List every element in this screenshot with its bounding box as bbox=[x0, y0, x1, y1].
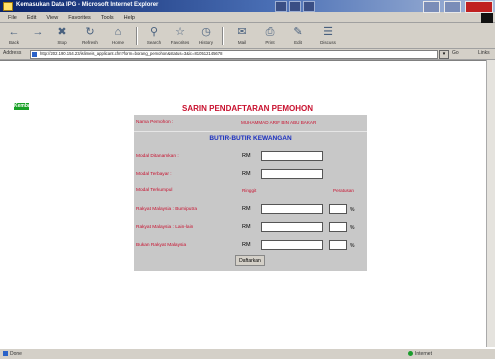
address-url: http://202.190.154.23/islimeis_applicant… bbox=[40, 51, 223, 56]
vertical-scrollbar[interactable] bbox=[486, 60, 495, 347]
status-text: Done bbox=[10, 351, 22, 357]
refresh-button[interactable]: ↻ Refresh bbox=[78, 26, 102, 45]
currency-label: RM bbox=[242, 224, 251, 230]
menu-help[interactable]: Help bbox=[124, 15, 135, 21]
currency-label: RM bbox=[242, 153, 251, 159]
menu-edit[interactable]: Edit bbox=[27, 15, 36, 21]
peratusan-column-header: Peratusan bbox=[333, 188, 354, 193]
history-icon: ◷ bbox=[201, 26, 211, 38]
mail-button[interactable]: ✉ Mail bbox=[230, 26, 254, 45]
edit-button[interactable]: ✎ Edit bbox=[286, 26, 310, 45]
windows-logo-icon bbox=[481, 13, 493, 23]
taskbar-icons bbox=[275, 1, 315, 12]
address-dropdown-button[interactable]: ▾ bbox=[439, 50, 449, 59]
address-bar: Address http://202.190.154.23/islimeis_a… bbox=[0, 49, 495, 60]
favorites-icon: ☆ bbox=[175, 26, 185, 38]
ringgit-column-header: Ringgit bbox=[242, 188, 257, 193]
bumiputra-amount-input[interactable] bbox=[261, 204, 323, 214]
percent-sign: % bbox=[350, 225, 355, 231]
lain-lain-amount-input[interactable] bbox=[261, 222, 323, 232]
address-input[interactable]: http://202.190.154.23/islimeis_applicant… bbox=[30, 50, 438, 59]
bukan-rakyat-amount-input[interactable] bbox=[261, 240, 323, 250]
browser-window: Kemasukan Data IPG - Microsoft Internet … bbox=[0, 0, 495, 359]
currency-label: RM bbox=[242, 242, 251, 248]
menu-favorites[interactable]: Favorites bbox=[68, 15, 91, 21]
minimize-button[interactable] bbox=[423, 1, 440, 13]
history-button[interactable]: ◷ History bbox=[194, 26, 218, 45]
modal-ditanamkan-input[interactable] bbox=[261, 151, 323, 161]
stop-icon: ✖ bbox=[57, 26, 67, 38]
section-heading: BUTIR-BUTIR KEWANGAN bbox=[209, 135, 292, 142]
discuss-button[interactable]: ☰ Discuss bbox=[316, 26, 340, 45]
menu-bar: File Edit View Favorites Tools Help bbox=[0, 13, 495, 23]
go-button[interactable]: Go bbox=[452, 50, 459, 56]
currency-label: RM bbox=[242, 171, 251, 177]
toolbar-separator bbox=[222, 27, 224, 45]
page-title: SARIN PENDAFTARAN PEMOHON bbox=[182, 104, 313, 113]
bumiputra-percent-input[interactable] bbox=[329, 204, 347, 214]
page-done-icon bbox=[3, 351, 8, 356]
status-bar: Done Internet bbox=[0, 348, 495, 359]
lain-lain-label: Rakyat Malaysia : Lain-lain bbox=[136, 225, 194, 230]
lain-lain-percent-input[interactable] bbox=[329, 222, 347, 232]
registration-form: Nama Pemohon : MUHAMMAD ARIF BIN ABU BAK… bbox=[134, 115, 367, 271]
back-button[interactable]: ← Back bbox=[2, 26, 26, 45]
address-label: Address bbox=[3, 50, 22, 56]
percent-sign: % bbox=[350, 207, 355, 213]
divider bbox=[134, 131, 367, 132]
print-button[interactable]: ⎙ Print bbox=[258, 26, 282, 45]
maximize-button[interactable] bbox=[444, 1, 461, 13]
bukan-rakyat-percent-input[interactable] bbox=[329, 240, 347, 250]
bukan-rakyat-label: Bukan Rakyat Malaysia bbox=[136, 243, 187, 248]
ie-icon bbox=[3, 2, 13, 11]
toolbar-separator bbox=[136, 27, 138, 45]
page-icon bbox=[32, 52, 37, 57]
links-button[interactable]: Links bbox=[478, 50, 490, 56]
menu-view[interactable]: View bbox=[46, 15, 58, 21]
mail-icon: ✉ bbox=[237, 26, 247, 38]
edit-icon: ✎ bbox=[293, 26, 303, 38]
menu-file[interactable]: File bbox=[8, 15, 17, 21]
internet-zone-icon bbox=[408, 351, 413, 356]
toolbar: ← Back → ✖ Stop ↻ Refresh ⌂ Home ⚲ Searc… bbox=[0, 24, 495, 49]
window-title: Kemasukan Data IPG - Microsoft Internet … bbox=[16, 2, 159, 8]
modal-terbayar-label: Modal Terbayar : bbox=[136, 172, 172, 177]
taskbar-icon[interactable] bbox=[303, 1, 315, 12]
modal-ditanamkan-label: Modal Ditanamkan : bbox=[136, 154, 179, 159]
search-icon: ⚲ bbox=[149, 26, 159, 38]
taskbar-icon[interactable] bbox=[275, 1, 287, 12]
print-icon: ⎙ bbox=[265, 26, 275, 38]
home-icon: ⌂ bbox=[114, 26, 122, 38]
search-button[interactable]: ⚲ Search bbox=[142, 26, 166, 45]
favorites-button[interactable]: ☆ Favorites bbox=[168, 26, 192, 45]
currency-label: RM bbox=[242, 206, 251, 212]
applicant-name-value: MUHAMMAD ARIF BIN ABU BAKAR bbox=[241, 120, 317, 125]
discuss-icon: ☰ bbox=[323, 26, 333, 38]
security-zone: Internet bbox=[415, 351, 432, 357]
forward-button[interactable]: → bbox=[26, 26, 50, 40]
percent-sign: % bbox=[350, 243, 355, 249]
title-bar: Kemasukan Data IPG - Microsoft Internet … bbox=[0, 0, 495, 13]
taskbar-icon[interactable] bbox=[289, 1, 301, 12]
close-button[interactable] bbox=[465, 1, 493, 13]
stop-button[interactable]: ✖ Stop bbox=[50, 26, 74, 45]
submit-button[interactable]: Daftarkan bbox=[235, 255, 265, 266]
back-arrow-icon: ← bbox=[8, 26, 20, 38]
applicant-name-label: Nama Pemohon : bbox=[136, 120, 174, 125]
modal-terkumpul-label: Modal Terkumpul bbox=[136, 188, 173, 193]
forward-arrow-icon: → bbox=[32, 26, 44, 38]
bumiputra-label: Rakyat Malaysia : Bumiputra bbox=[136, 207, 198, 212]
home-button[interactable]: ⌂ Home bbox=[106, 26, 130, 45]
modal-terbayar-input[interactable] bbox=[261, 169, 323, 179]
refresh-icon: ↻ bbox=[85, 26, 95, 38]
menu-tools[interactable]: Tools bbox=[101, 15, 114, 21]
